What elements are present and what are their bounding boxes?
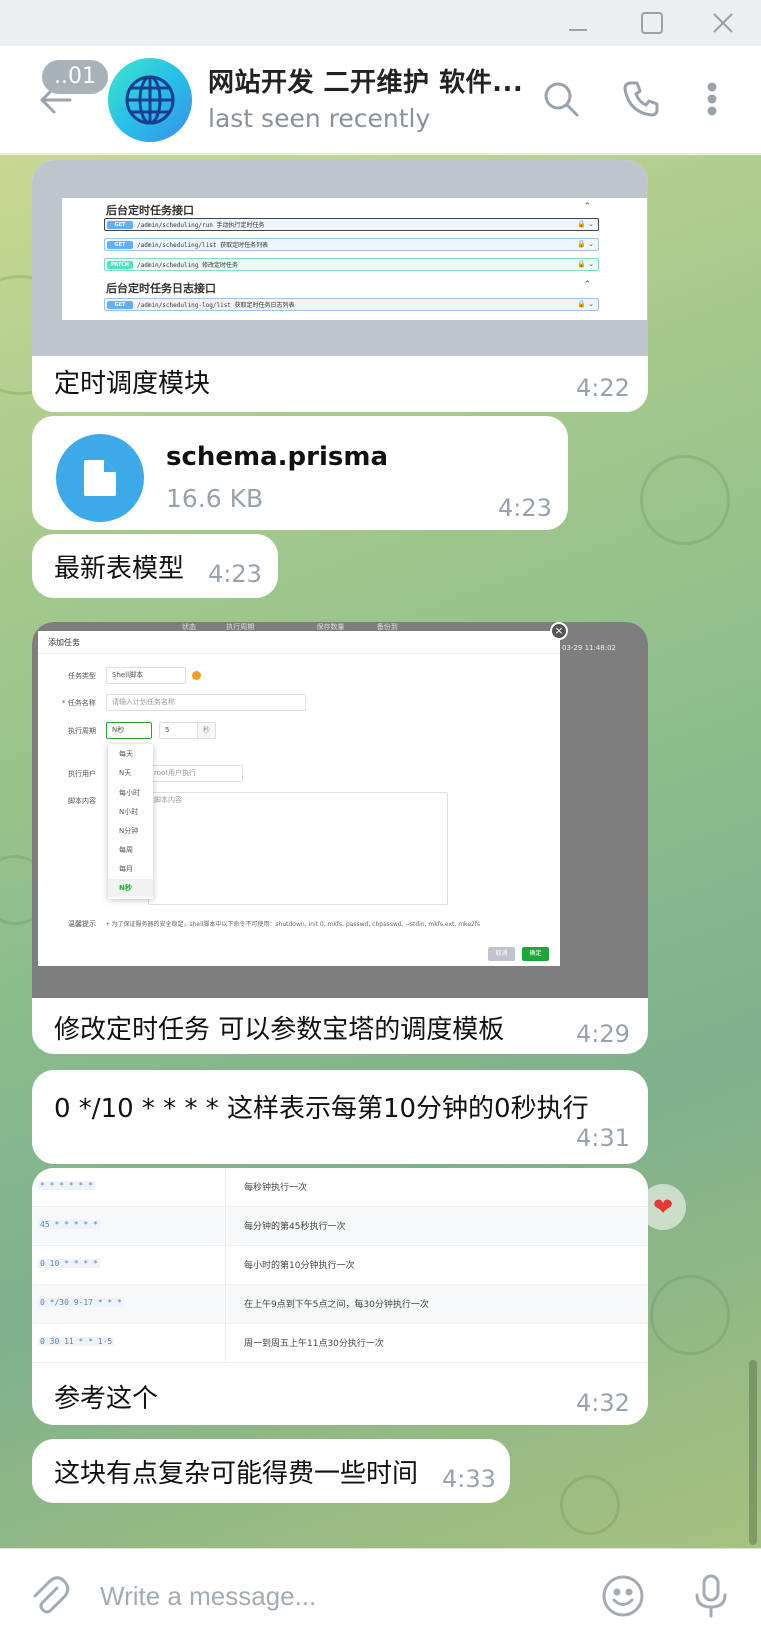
chat-header: ..01 网站开发 二开维护 软件... last seen recently xyxy=(0,46,761,154)
maximize-icon[interactable] xyxy=(632,8,672,38)
add-task-dialog: 添加任务 任务类型 Shell脚本 * 任务名称 请输入计划任务名称 执行周期 … xyxy=(38,631,560,966)
message-time: 4:23 xyxy=(208,560,262,588)
message-time: 4:29 xyxy=(576,1020,630,1048)
emoji-icon[interactable] xyxy=(598,1571,648,1621)
message-text: 最新表模型 xyxy=(54,554,185,584)
phone-icon[interactable] xyxy=(618,76,664,122)
period-dropdown: 每天 N天 每小时 N小时 N分钟 每周 每月 N秒 xyxy=(108,744,153,899)
file-icon[interactable] xyxy=(56,434,144,522)
message-text: 0 */10 * * * * 这样表示每第10分钟的0秒执行 xyxy=(54,1094,589,1124)
dialog-title: 添加任务 xyxy=(48,638,80,647)
api-row: GET /admin/scheduling/run 手动执行定时任务 🔒 ⌄ xyxy=(104,218,599,231)
file-name[interactable]: schema.prisma xyxy=(166,442,388,472)
message-time: 4:22 xyxy=(576,374,630,402)
unread-badge: ..01 xyxy=(42,60,108,94)
scrollbar[interactable] xyxy=(749,155,757,1548)
message-bubble[interactable]: 最新表模型 4:23 xyxy=(32,534,278,598)
table-row: 0 30 11 * * 1-5 周一到周五上午11点30分执行一次 xyxy=(32,1324,648,1363)
window-titlebar xyxy=(0,0,761,46)
lock-icon: 🔒 ⌄ xyxy=(577,260,594,268)
globe-icon[interactable] xyxy=(108,58,192,142)
message-bubble[interactable]: 状态 执行周期 保存数量 备份到 03-29 11:48:02 添加任务 任务类… xyxy=(32,622,648,1054)
table-row: * * * * * * 每秒钟执行一次 xyxy=(32,1168,648,1207)
message-time: 4:31 xyxy=(576,1124,630,1152)
more-vertical-icon[interactable] xyxy=(689,76,735,122)
message-time: 4:23 xyxy=(498,494,552,522)
message-bubble[interactable]: 0 */10 * * * * 这样表示每第10分钟的0秒执行 4:31 xyxy=(32,1070,648,1164)
lock-icon: 🔒 ⌄ xyxy=(577,220,594,228)
message-caption: 修改定时任务 可以参数宝塔的调度模板 xyxy=(54,1015,505,1045)
message-time: 4:33 xyxy=(442,1465,496,1493)
dialog-confirm-button: 确定 xyxy=(522,947,549,961)
lock-icon: 🔒 ⌄ xyxy=(577,300,594,308)
lock-icon: 🔒 ⌄ xyxy=(577,240,594,248)
wallpaper-doodle xyxy=(640,455,730,545)
chat-status: last seen recently xyxy=(208,104,431,133)
chat-history[interactable]: 后台定时任务接口 ⌃ GET /admin/scheduling/run 手动执… xyxy=(0,155,761,1548)
dialog-cancel-button: 取消 xyxy=(488,947,515,961)
file-message[interactable]: schema.prisma 16.6 KB 4:23 xyxy=(32,416,568,530)
api-section-title: 后台定时任务接口 xyxy=(106,204,194,217)
close-icon: × xyxy=(550,622,568,640)
api-row: PATCH /admin/scheduling 修改定时任务 🔒 ⌄ xyxy=(104,258,599,271)
table-row: 0 10 * * * * 每小时的第10分钟执行一次 xyxy=(32,1246,648,1285)
message-image-dialog[interactable]: 状态 执行周期 保存数量 备份到 03-29 11:48:02 添加任务 任务类… xyxy=(32,622,648,998)
table-row: 45 * * * * * 每分钟的第45秒执行一次 xyxy=(32,1207,648,1246)
message-text: 这块有点复杂可能得费一些时间 xyxy=(54,1459,419,1489)
message-caption: 参考这个 xyxy=(54,1384,159,1414)
api-row: GET /admin/scheduling/list 获取定时任务列表 🔒 ⌄ xyxy=(104,238,599,251)
api-section-title: 后台定时任务日志接口 xyxy=(106,282,216,295)
close-icon[interactable] xyxy=(703,8,743,38)
message-time: 4:32 xyxy=(576,1389,630,1417)
table-row: 0 */30 9-17 * * * 在上午9点到下午5点之间，每30分钟执行一次 xyxy=(32,1285,648,1324)
search-icon[interactable] xyxy=(538,76,584,122)
message-caption: 定时调度模块 xyxy=(54,369,211,399)
wallpaper-doodle xyxy=(560,1475,620,1535)
chat-title[interactable]: 网站开发 二开维护 软件... xyxy=(208,62,523,99)
message-bubble[interactable]: 这块有点复杂可能得费一些时间 4:33 xyxy=(32,1439,510,1503)
message-input[interactable] xyxy=(100,1575,580,1617)
message-image-api[interactable]: 后台定时任务接口 ⌃ GET /admin/scheduling/run 手动执… xyxy=(32,160,648,356)
api-row: GET /admin/scheduling-log/list 获取定时任务日志列… xyxy=(104,298,599,311)
microphone-icon[interactable] xyxy=(686,1571,736,1621)
minimize-icon[interactable] xyxy=(558,8,598,38)
api-screenshot: 后台定时任务接口 ⌃ GET /admin/scheduling/run 手动执… xyxy=(62,198,647,320)
attach-icon[interactable] xyxy=(24,1571,74,1621)
message-bubble[interactable]: 后台定时任务接口 ⌃ GET /admin/scheduling/run 手动执… xyxy=(32,160,648,412)
scrollbar-thumb[interactable] xyxy=(749,1360,757,1545)
file-size: 16.6 KB xyxy=(166,484,264,513)
message-composer xyxy=(0,1548,761,1641)
message-bubble[interactable]: * * * * * * 每秒钟执行一次 45 * * * * * 每分钟的第45… xyxy=(32,1168,648,1425)
wallpaper-doodle xyxy=(650,1275,730,1355)
message-image-cron-table[interactable]: * * * * * * 每秒钟执行一次 45 * * * * * 每分钟的第45… xyxy=(32,1168,648,1368)
